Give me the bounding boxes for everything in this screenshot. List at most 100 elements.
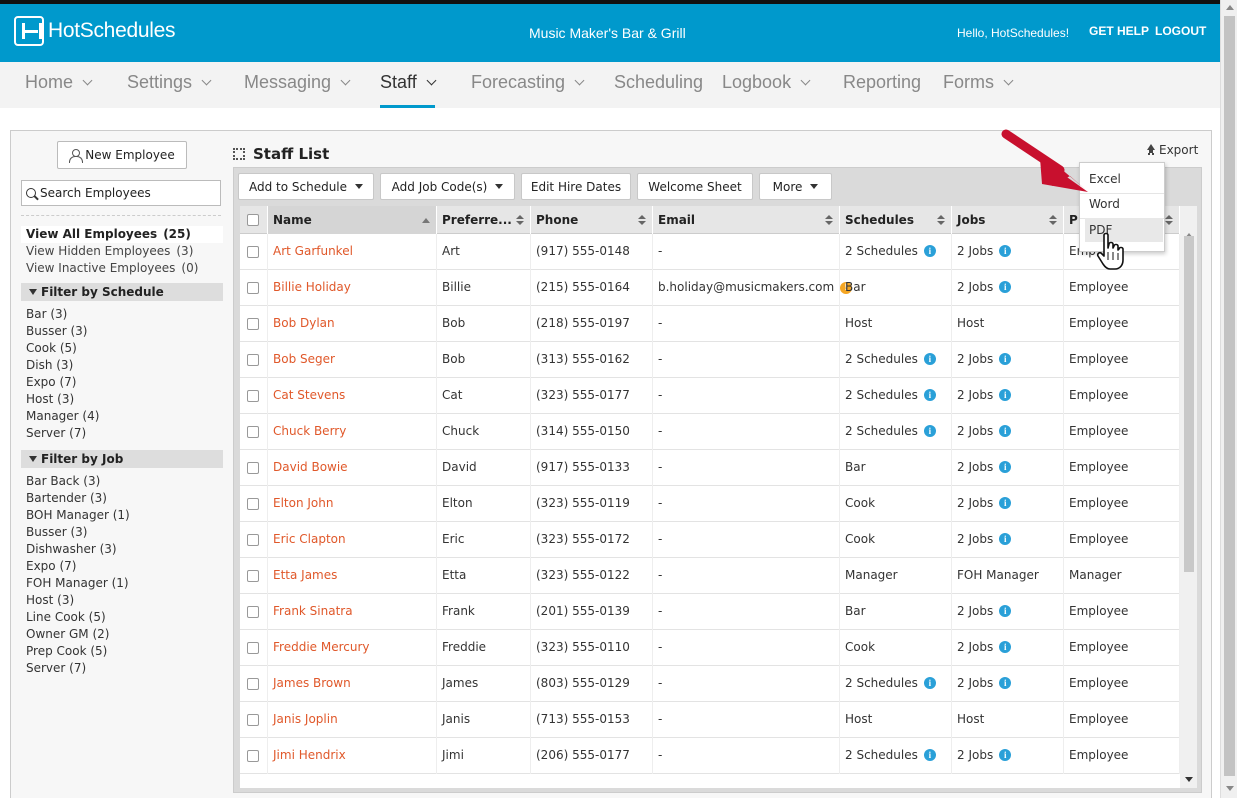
brand-logo[interactable]: HotSchedules bbox=[14, 16, 175, 46]
row-checkbox[interactable] bbox=[247, 246, 259, 258]
filter-by-job-header[interactable]: Filter by Job bbox=[21, 450, 223, 468]
cell-name[interactable]: Bob Dylan bbox=[268, 306, 437, 342]
table-scrollbar[interactable] bbox=[1180, 206, 1197, 788]
info-icon[interactable]: i bbox=[923, 677, 936, 689]
info-icon[interactable]: i bbox=[999, 281, 1012, 293]
table-row[interactable]: Freddie Mercury Freddie (323) 555-0110 - Coo… bbox=[240, 630, 1180, 666]
filter-item[interactable]: Prep Cook (5) bbox=[26, 643, 221, 660]
cell-name[interactable]: Jimi Hendrix bbox=[268, 738, 437, 774]
filter-item[interactable]: Cook (5) bbox=[26, 340, 221, 357]
table-row[interactable]: Elton John Elton (323) 555-0119 - Cook 2 Jobs… bbox=[240, 486, 1180, 522]
employee-name-link[interactable]: Etta James bbox=[273, 568, 337, 582]
info-icon[interactable]: i bbox=[999, 425, 1012, 437]
info-icon[interactable]: i bbox=[999, 497, 1012, 509]
nav-forms[interactable]: Forms bbox=[943, 72, 1014, 108]
scroll-down-icon[interactable] bbox=[1226, 786, 1234, 791]
table-row[interactable]: Cat Stevens Cat (323) 555-0177 - 2 Schedules… bbox=[240, 378, 1180, 414]
employee-name-link[interactable]: Cat Stevens bbox=[273, 388, 345, 402]
table-row[interactable]: Chuck Berry Chuck (314) 555-0150 - 2 Schedul… bbox=[240, 414, 1180, 450]
nav-logbook[interactable]: Logbook bbox=[722, 72, 811, 108]
employee-name-link[interactable]: Elton John bbox=[273, 496, 333, 510]
employee-name-link[interactable]: Bob Seger bbox=[273, 352, 335, 366]
select-all-checkbox[interactable] bbox=[247, 214, 259, 226]
row-checkbox[interactable] bbox=[247, 354, 259, 366]
table-row[interactable]: Bob Seger Bob (313) 555-0162-2 Schedules i 2… bbox=[240, 342, 1180, 378]
table-row[interactable]: David Bowie David (917) 555-0133 - Bar 2 Jobs… bbox=[240, 450, 1180, 486]
employee-name-link[interactable]: Billie Holiday bbox=[273, 280, 351, 294]
nav-forecasting[interactable]: Forecasting bbox=[471, 72, 585, 108]
filter-item[interactable]: Bar Back (3) bbox=[26, 473, 221, 490]
cell-name[interactable]: James Brown bbox=[268, 666, 437, 702]
page-scrollbar-thumb[interactable] bbox=[1224, 16, 1235, 776]
add-to-schedule-button[interactable]: Add to Schedule bbox=[238, 173, 374, 200]
filter-item[interactable]: Bar (3) bbox=[26, 306, 221, 323]
filter-by-schedule-header[interactable]: Filter by Schedule bbox=[21, 283, 223, 301]
cell-name[interactable]: Elton John bbox=[268, 486, 437, 522]
view-hidden-employees[interactable]: View Hidden Employees (3) bbox=[21, 243, 223, 260]
employee-name-link[interactable]: David Bowie bbox=[273, 460, 348, 474]
info-icon[interactable]: i bbox=[999, 641, 1012, 653]
filter-item[interactable]: Host (3) bbox=[26, 592, 221, 609]
more-button[interactable]: More bbox=[759, 173, 832, 200]
filter-item[interactable]: Owner GM (2) bbox=[26, 626, 221, 643]
info-icon[interactable]: i bbox=[999, 749, 1012, 761]
employee-name-link[interactable]: Eric Clapton bbox=[273, 532, 346, 546]
row-checkbox[interactable] bbox=[247, 318, 259, 330]
column-preferred[interactable]: Preferre... bbox=[437, 206, 531, 234]
new-employee-button[interactable]: New Employee bbox=[57, 141, 187, 169]
row-checkbox[interactable] bbox=[247, 534, 259, 546]
info-icon[interactable]: i bbox=[923, 353, 936, 365]
get-help-link[interactable]: GET HELP bbox=[1089, 24, 1149, 38]
page-scrollbar[interactable] bbox=[1220, 0, 1237, 798]
row-checkbox[interactable] bbox=[247, 750, 259, 762]
table-row[interactable]: Jimi Hendrix Jimi (206) 555-0177 - 2 Schedul… bbox=[240, 738, 1180, 774]
nav-settings[interactable]: Settings bbox=[127, 72, 212, 108]
welcome-sheet-button[interactable]: Welcome Sheet bbox=[637, 173, 753, 200]
nav-scheduling[interactable]: Scheduling bbox=[614, 72, 703, 108]
filter-item[interactable]: Expo (7) bbox=[26, 558, 221, 575]
row-checkbox[interactable] bbox=[247, 570, 259, 582]
view-all-employees[interactable]: View All Employees (25) bbox=[21, 226, 223, 243]
row-checkbox[interactable] bbox=[247, 462, 259, 474]
filter-item[interactable]: Host (3) bbox=[26, 391, 221, 408]
expand-icon[interactable] bbox=[233, 148, 245, 160]
cell-name[interactable]: Chuck Berry bbox=[268, 414, 437, 450]
employee-name-link[interactable]: James Brown bbox=[273, 676, 351, 690]
info-icon[interactable]: i bbox=[999, 353, 1012, 365]
table-row[interactable]: Billie Holiday Billie (215) 555-0164 b.holi… bbox=[240, 270, 1180, 306]
search-input[interactable] bbox=[38, 185, 218, 201]
cell-name[interactable]: Bob Seger bbox=[268, 342, 437, 378]
cell-name[interactable]: Janis Joplin bbox=[268, 702, 437, 738]
filter-item[interactable]: Expo (7) bbox=[26, 374, 221, 391]
column-email[interactable]: Email bbox=[653, 206, 840, 234]
cell-name[interactable]: Eric Clapton bbox=[268, 522, 437, 558]
info-icon[interactable]: i bbox=[999, 605, 1012, 617]
nav-home[interactable]: Home bbox=[25, 72, 93, 108]
info-icon[interactable]: i bbox=[999, 245, 1012, 257]
employee-name-link[interactable]: Jimi Hendrix bbox=[273, 748, 346, 762]
table-row[interactable]: Eric Clapton Eric (323) 555-0172 - Cook 2 Job… bbox=[240, 522, 1180, 558]
scroll-up-icon[interactable] bbox=[1226, 5, 1234, 10]
filter-item[interactable]: Busser (3) bbox=[26, 524, 221, 541]
table-scrollbar-thumb[interactable] bbox=[1184, 236, 1194, 572]
cell-name[interactable]: Frank Sinatra bbox=[268, 594, 437, 630]
column-phone[interactable]: Phone bbox=[531, 206, 653, 234]
employee-name-link[interactable]: Chuck Berry bbox=[273, 424, 346, 438]
column-schedules[interactable]: Schedules bbox=[840, 206, 952, 234]
employee-name-link[interactable]: Bob Dylan bbox=[273, 316, 335, 330]
info-icon[interactable]: i bbox=[923, 749, 936, 761]
employee-name-link[interactable]: Janis Joplin bbox=[273, 712, 338, 726]
row-checkbox[interactable] bbox=[247, 390, 259, 402]
export-button[interactable]: Export bbox=[1146, 143, 1198, 157]
table-row[interactable]: Etta James Etta (323) 555-0122 - Manager FOH … bbox=[240, 558, 1180, 594]
info-icon[interactable]: i bbox=[923, 245, 936, 257]
cell-name[interactable]: Billie Holiday bbox=[268, 270, 437, 306]
row-checkbox[interactable] bbox=[247, 678, 259, 690]
info-icon[interactable]: i bbox=[923, 389, 936, 401]
cell-name[interactable]: Cat Stevens bbox=[268, 378, 437, 414]
add-job-codes-button[interactable]: Add Job Code(s) bbox=[380, 173, 515, 200]
edit-hire-dates-button[interactable]: Edit Hire Dates bbox=[521, 173, 631, 200]
info-icon[interactable]: i bbox=[999, 389, 1012, 401]
filter-item[interactable]: FOH Manager (1) bbox=[26, 575, 221, 592]
cell-name[interactable]: Art Garfunkel bbox=[268, 234, 437, 270]
